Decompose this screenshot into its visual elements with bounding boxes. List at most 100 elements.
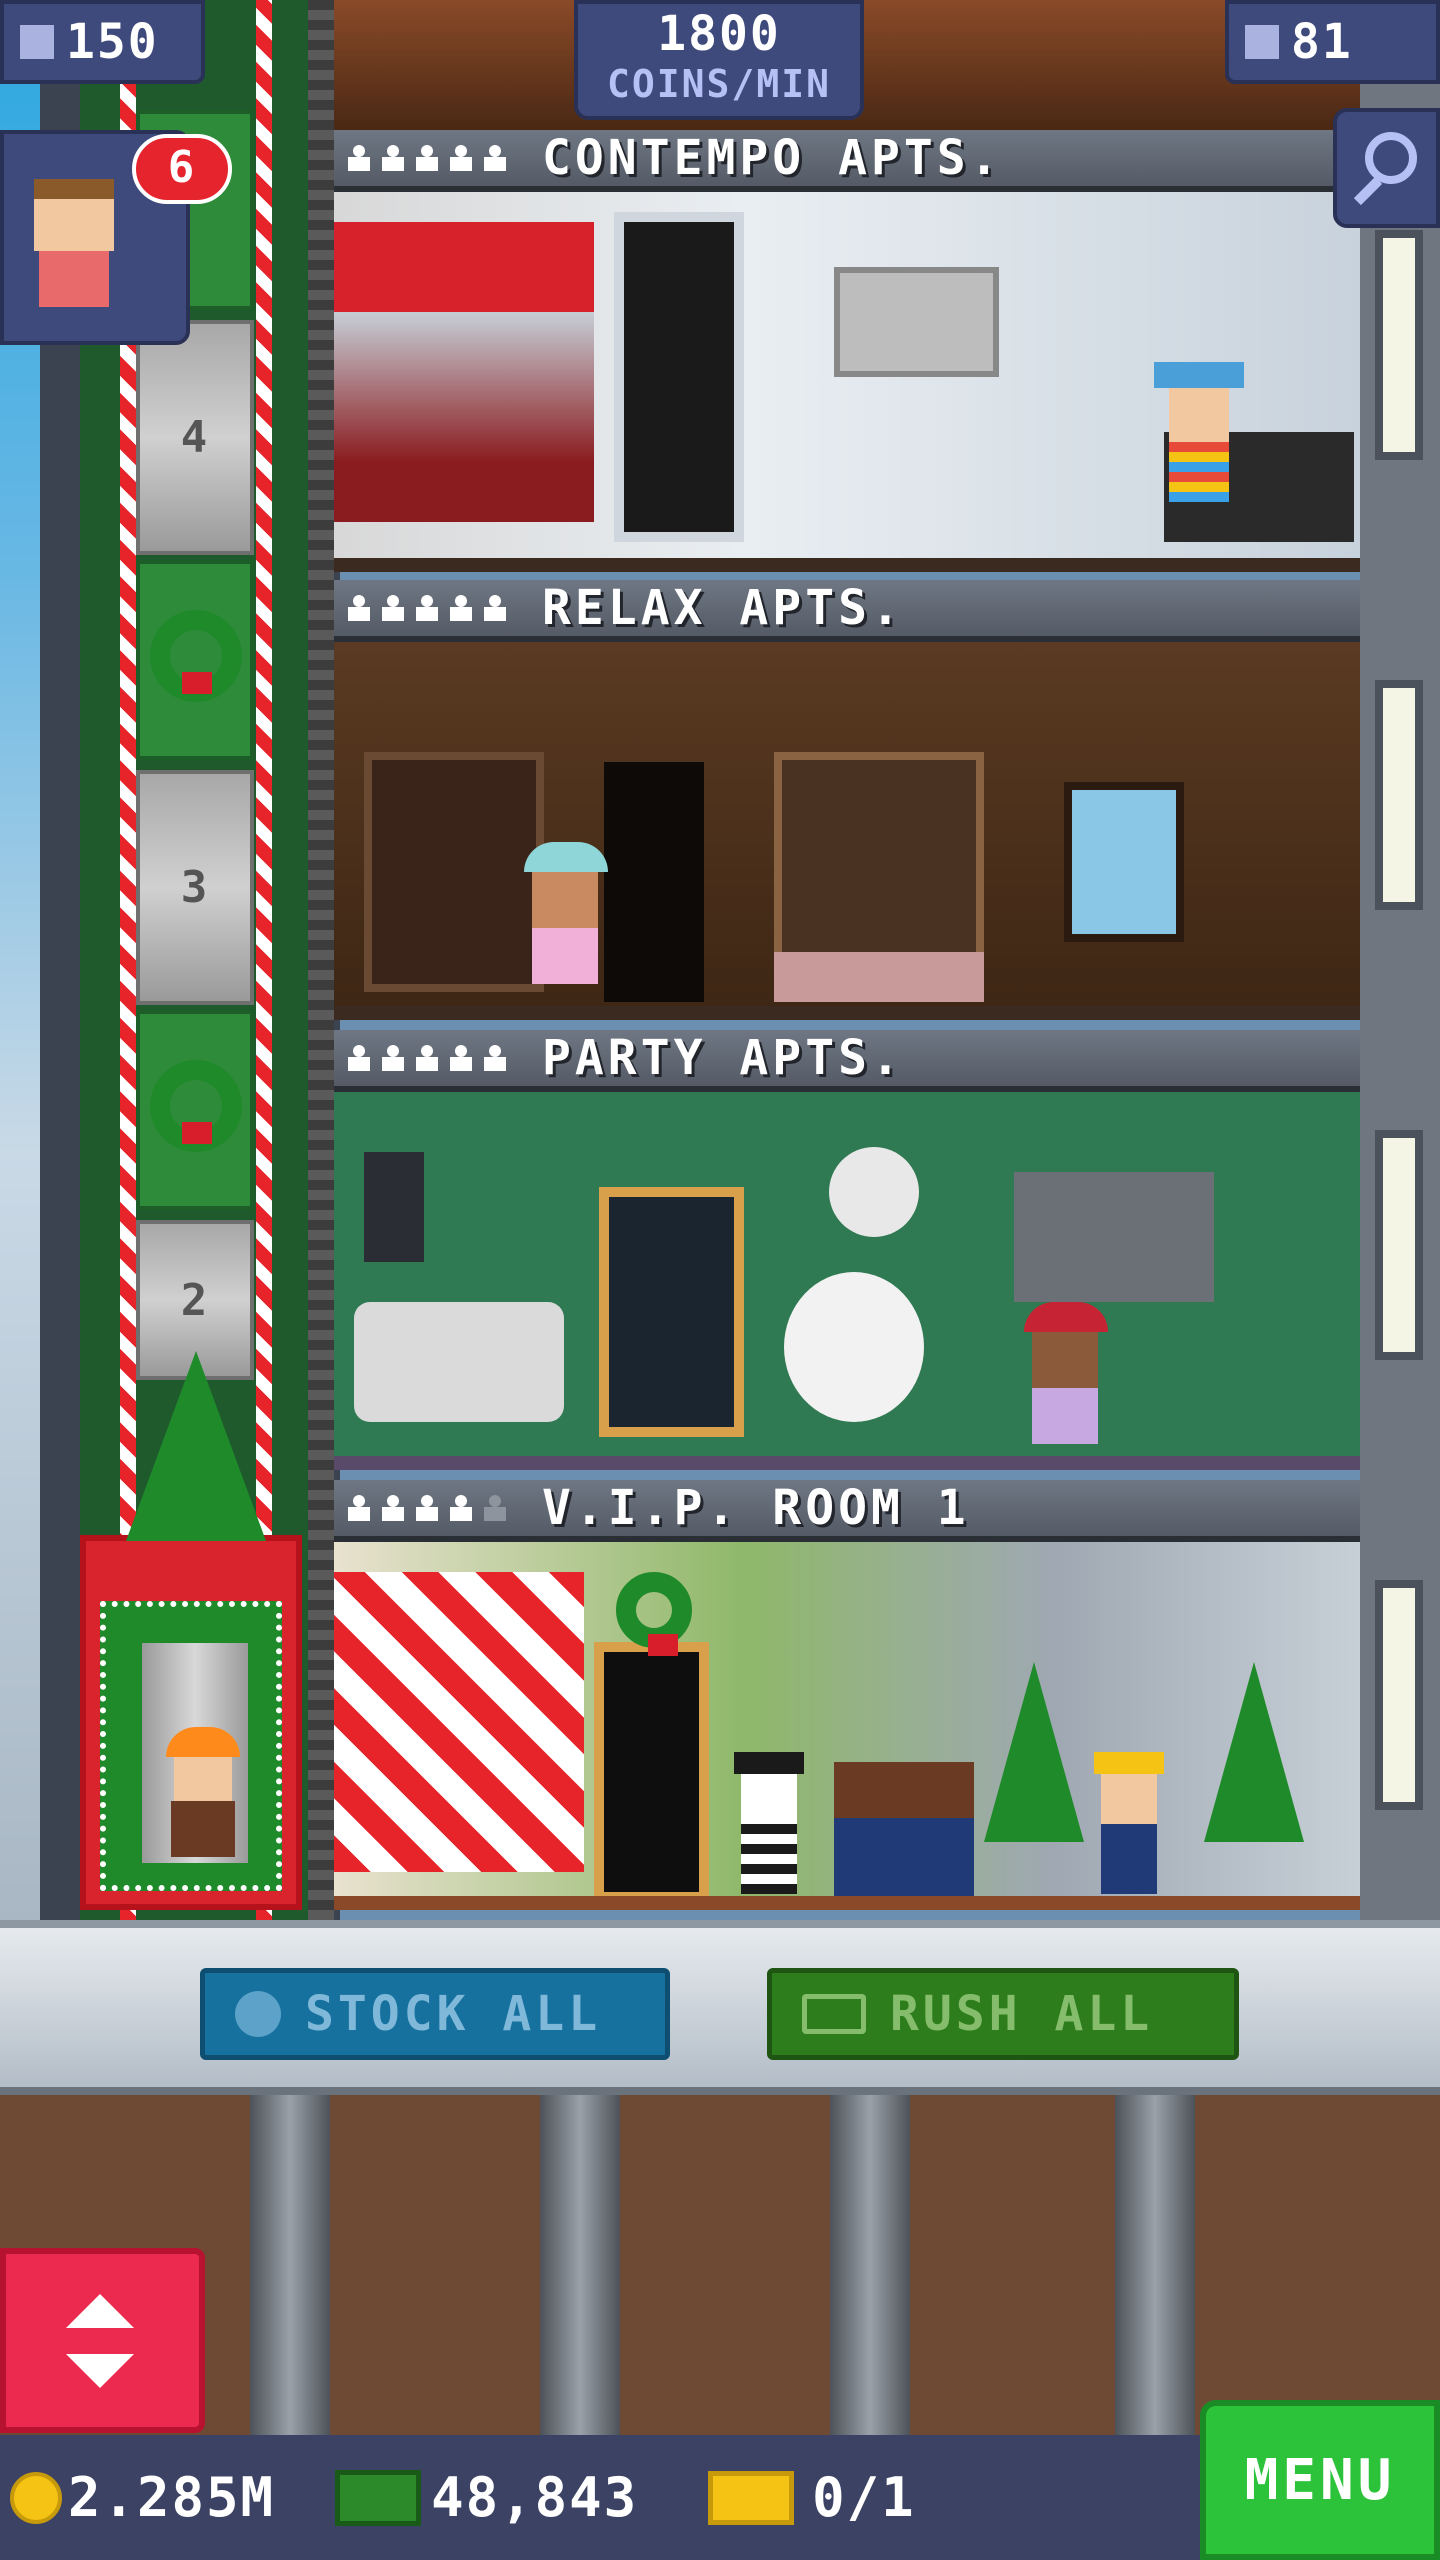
floor-name: CONTEMPO APTS. <box>542 130 1003 186</box>
arrow-down-icon <box>66 2354 134 2388</box>
star-icon <box>450 145 472 171</box>
star-icon <box>348 595 370 621</box>
security-bitizen-group[interactable] <box>834 1762 974 1902</box>
tickets-stat[interactable]: 0/1 <box>648 2466 916 2529</box>
floor-count-value: 81 <box>1291 14 1353 70</box>
coins-value: 2.285M <box>68 2466 276 2529</box>
wreath-icon <box>616 1572 692 1656</box>
star-icon <box>416 1045 438 1071</box>
bitizen-resident[interactable] <box>524 842 614 1002</box>
floor-baseboard <box>334 1456 1360 1470</box>
elevator-control-button[interactable] <box>0 2248 205 2433</box>
candy-stripe-wall <box>334 1572 584 1872</box>
visitor-count-badge: 6 <box>132 134 232 204</box>
floor-vip-room[interactable]: V.I.P. ROOM 1 <box>334 1480 1360 1910</box>
floor-contempo[interactable]: CONTEMPO APTS. <box>334 130 1360 572</box>
population-value: 150 <box>66 14 159 70</box>
doorway <box>599 1187 744 1437</box>
side-window <box>1375 230 1423 460</box>
doorway <box>604 762 704 1002</box>
visitor-notification-button[interactable]: 6 <box>0 130 232 345</box>
coin-rate-panel[interactable]: 1800 COINS/MIN <box>574 0 864 120</box>
floor-baseboard <box>334 1006 1360 1020</box>
tv <box>1014 1172 1214 1302</box>
menu-button[interactable]: MENU <box>1200 2400 1440 2560</box>
star-icon <box>382 145 404 171</box>
star-icon <box>416 145 438 171</box>
coins-stat[interactable]: 2.285M <box>10 2466 275 2529</box>
search-button[interactable] <box>1333 108 1440 228</box>
floor-name: RELAX APTS. <box>542 580 904 636</box>
doorway <box>614 212 744 542</box>
star-icon <box>348 1045 370 1071</box>
relax-room <box>334 642 1360 1020</box>
tower-bux-icon <box>802 1994 866 2034</box>
star-icon <box>484 1045 506 1071</box>
bitizen-resident[interactable] <box>1094 1752 1164 1902</box>
floor-baseboard <box>334 1896 1360 1910</box>
tower-bux-icon <box>335 2469 422 2526</box>
window <box>1064 782 1184 942</box>
floor-header: PARTY APTS. <box>334 1030 1360 1092</box>
floor-header: CONTEMPO APTS. <box>334 130 1360 192</box>
floor-name: PARTY APTS. <box>542 1030 904 1086</box>
mime-bitizen[interactable] <box>734 1752 804 1902</box>
population-counter[interactable]: 150 <box>0 0 205 84</box>
stock-all-button[interactable]: STOCK ALL <box>200 1968 670 2060</box>
star-icon <box>416 595 438 621</box>
christmas-tree-icon <box>126 1351 266 1541</box>
star-icon <box>450 1045 472 1071</box>
floor-header: V.I.P. ROOM 1 <box>334 1480 1360 1542</box>
star-icon <box>382 1495 404 1521</box>
side-window <box>1375 1580 1423 1810</box>
lobby-floor <box>0 2095 1440 2435</box>
shaft-floor-number: 3 <box>136 770 254 1005</box>
lobby-pillar <box>250 2095 330 2435</box>
red-wall-panel <box>334 222 594 522</box>
star-icon <box>382 595 404 621</box>
disco-ball <box>829 1147 919 1237</box>
lobby-pillar <box>540 2095 620 2435</box>
bitizen-resident[interactable] <box>1154 362 1244 532</box>
floor-stars <box>348 145 506 171</box>
party-room <box>334 1092 1360 1470</box>
side-window <box>1375 680 1423 910</box>
wreath-icon <box>150 1060 242 1152</box>
wreath-icon <box>150 610 242 702</box>
floor-party[interactable]: PARTY APTS. <box>334 1030 1360 1470</box>
magnifier-icon <box>1365 132 1417 184</box>
bitizen-resident[interactable] <box>1024 1302 1114 1462</box>
lobby-pillar <box>830 2095 910 2435</box>
rush-all-label: RUSH ALL <box>890 1986 1154 2042</box>
coin-icon <box>10 2471 62 2524</box>
star-icon <box>450 595 472 621</box>
star-icon <box>484 145 506 171</box>
egg-chair <box>784 1272 924 1422</box>
rush-all-button[interactable]: RUSH ALL <box>767 1968 1239 2060</box>
coin-rate-value: 1800 <box>657 6 781 62</box>
side-window <box>1375 1130 1423 1360</box>
couch <box>354 1302 564 1422</box>
floor-relax[interactable]: RELAX APTS. <box>334 580 1360 1020</box>
star-icon <box>450 1495 472 1521</box>
tickets-value: 0/1 <box>812 2466 916 2529</box>
christmas-tree-icon <box>1204 1662 1304 1842</box>
contempo-room <box>334 192 1360 572</box>
floor-stars <box>348 595 506 621</box>
elevator-operator-bitizen[interactable] <box>166 1727 240 1857</box>
clock-icon <box>235 1991 281 2037</box>
arrow-up-icon <box>66 2294 134 2328</box>
tower-bux-stat[interactable]: 48,843 <box>285 2466 638 2529</box>
star-icon <box>484 595 506 621</box>
speaker <box>364 1152 424 1262</box>
floor-stars <box>348 1045 506 1071</box>
lobby-action-bar: STOCK ALL RUSH ALL <box>0 1920 1440 2095</box>
floor-counter[interactable]: 81 <box>1225 0 1440 84</box>
coin-rate-unit: COINS/MIN <box>607 62 831 106</box>
elevator-car[interactable] <box>80 1351 302 1910</box>
vip-room <box>334 1542 1360 1910</box>
headboard <box>774 752 984 982</box>
stock-all-label: STOCK ALL <box>305 1986 602 2042</box>
floor-name: V.I.P. ROOM 1 <box>542 1480 970 1536</box>
floor-stars <box>348 1495 506 1521</box>
